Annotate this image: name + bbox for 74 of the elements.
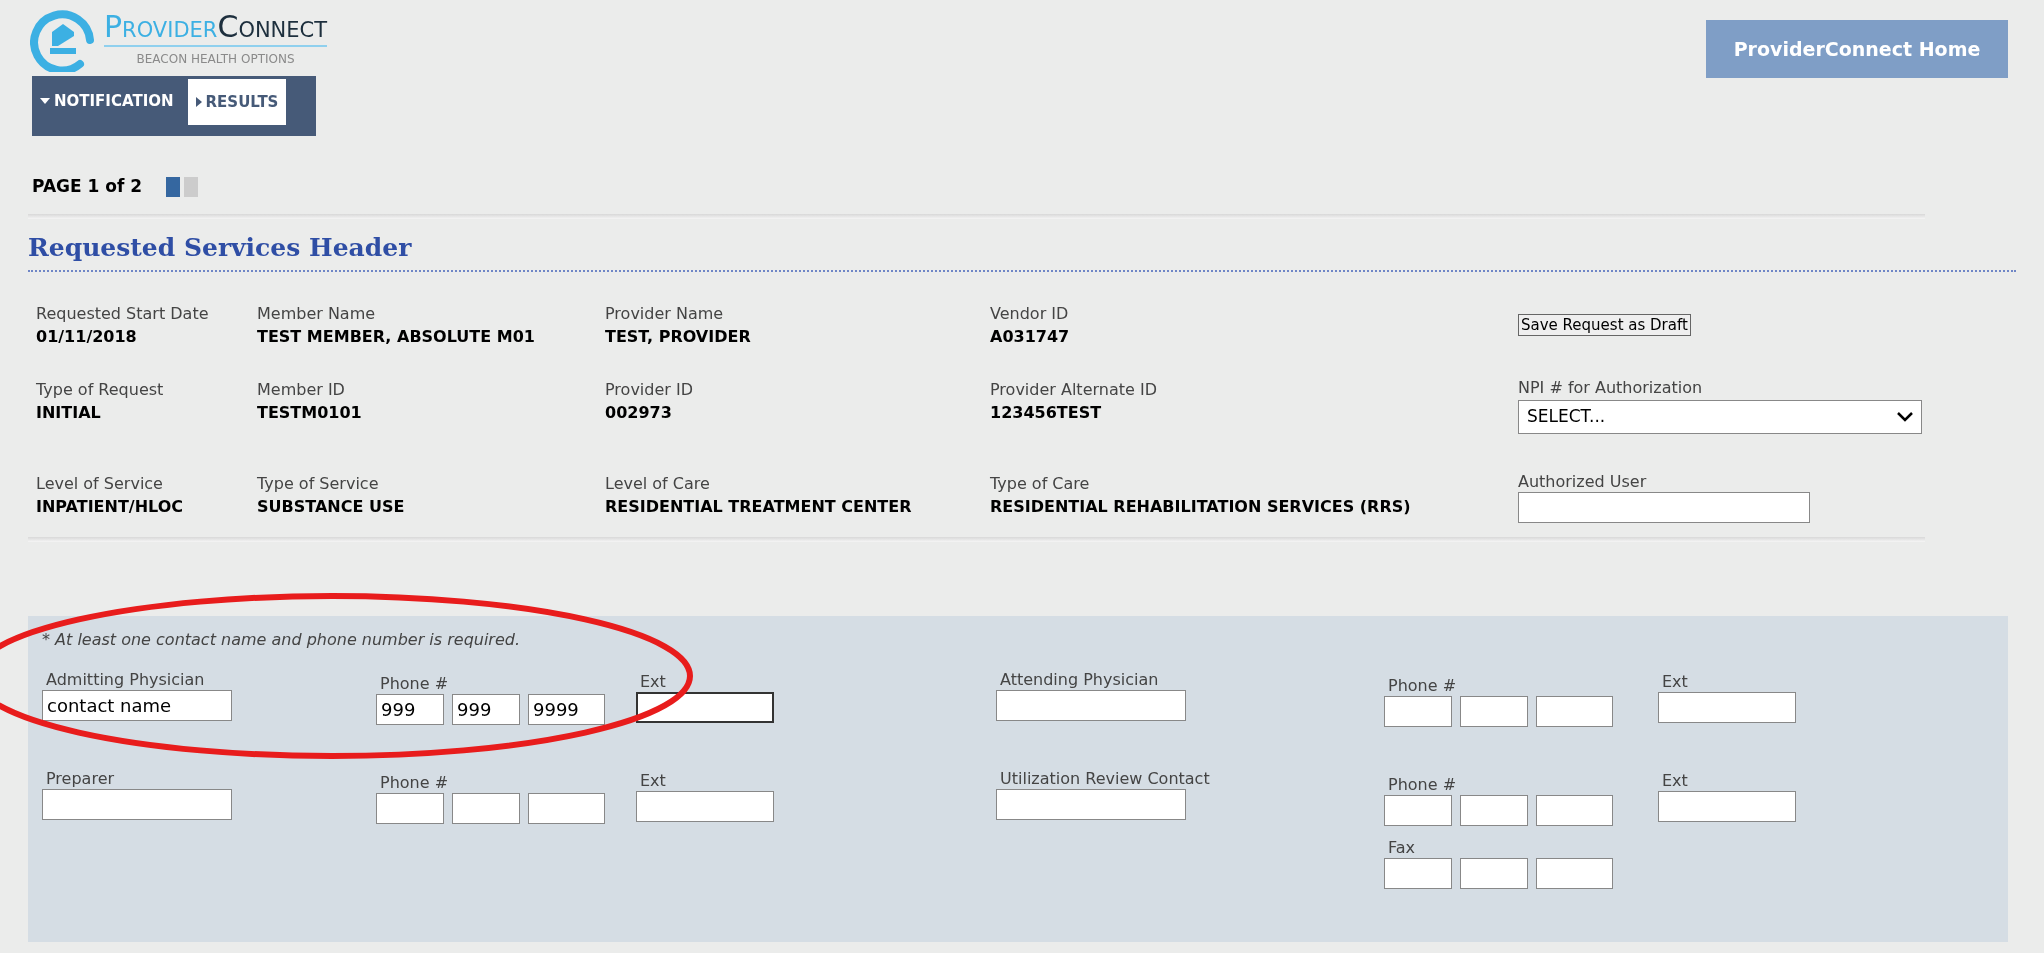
caret-right-icon <box>195 97 202 107</box>
input-field[interactable]: 999 <box>376 694 444 725</box>
input-field[interactable] <box>996 690 1186 721</box>
field-label: Member ID <box>257 379 346 401</box>
input-field[interactable] <box>1460 696 1528 727</box>
input-field[interactable] <box>636 791 774 822</box>
input-field[interactable] <box>1658 791 1796 822</box>
field-label: Requested Start Date <box>36 303 210 325</box>
input-field[interactable] <box>376 793 444 824</box>
required-note: * At least one contact name and phone number is required. <box>42 629 522 651</box>
field-value: TESTM0101 <box>257 402 363 424</box>
field-label: Type of Service <box>257 473 380 495</box>
field-label: Fax <box>1387 838 1416 858</box>
input-field[interactable] <box>452 793 520 824</box>
field-label: Phone # <box>379 773 450 793</box>
npi-select[interactable]: SELECT... <box>1518 400 1922 434</box>
input-field[interactable] <box>1536 696 1613 727</box>
tab[interactable]: RESULTS <box>185 77 289 127</box>
field-label: Authorized User <box>1518 472 1648 492</box>
input-field[interactable] <box>1384 696 1452 727</box>
field-label: Vendor ID <box>990 303 1070 325</box>
input-field[interactable] <box>1536 795 1613 826</box>
caret-down-icon <box>40 98 50 104</box>
input-field[interactable] <box>42 789 232 820</box>
field-label: NPI # for Authorization <box>1518 378 1704 398</box>
chevron-down-icon <box>1897 412 1913 422</box>
field-value: 123456TEST <box>990 402 1103 424</box>
input-field[interactable] <box>636 692 774 723</box>
field-value: A031747 <box>990 326 1071 348</box>
field-label: Member Name <box>257 303 377 325</box>
field-label: Admitting Physician <box>45 670 206 690</box>
logo-wordmark: ProviderConnect <box>104 10 328 47</box>
field-value: SUBSTANCE USE <box>257 496 406 518</box>
input-field[interactable] <box>1384 858 1452 889</box>
field-value: RESIDENTIAL TREATMENT CENTER <box>605 496 913 518</box>
input-field[interactable] <box>996 789 1186 820</box>
field-label: Provider ID <box>605 379 694 401</box>
input-field[interactable] <box>1384 795 1452 826</box>
field-label: Type of Care <box>990 473 1091 495</box>
field-value: 002973 <box>605 402 673 424</box>
input-field[interactable] <box>1658 692 1796 723</box>
field-label: Phone # <box>1387 676 1458 696</box>
field-label: Attending Physician <box>999 670 1160 690</box>
field-label: Ext <box>639 672 667 692</box>
input-field[interactable] <box>528 793 605 824</box>
field-value: INITIAL <box>36 402 102 424</box>
field-value: 01/11/2018 <box>36 326 138 348</box>
field-label: Preparer <box>45 769 116 789</box>
input-field[interactable]: 999 <box>452 694 520 725</box>
field-value: TEST MEMBER, ABSOLUTE M01 <box>257 326 536 348</box>
field-label: Utilization Review Contact <box>999 769 1211 789</box>
field-label: Type of Request <box>36 379 165 401</box>
field-value: RESIDENTIAL REHABILITATION SERVICES (RRS) <box>990 496 1412 518</box>
input-field[interactable]: 9999 <box>528 694 605 725</box>
field-label: Level of Care <box>605 473 711 495</box>
field-value: TEST, PROVIDER <box>605 326 752 348</box>
input-field[interactable] <box>1460 795 1528 826</box>
logo-tagline: BEACON HEALTH OPTIONS <box>135 50 296 68</box>
field-label: Ext <box>1661 672 1689 692</box>
field-label: Provider Alternate ID <box>990 379 1158 401</box>
field-label: Provider Name <box>605 303 725 325</box>
field-label: Ext <box>639 771 667 791</box>
input-field[interactable] <box>1536 858 1613 889</box>
input-field[interactable] <box>1460 858 1528 889</box>
input-field[interactable]: contact name <box>42 690 232 721</box>
field-value: INPATIENT/HLOC <box>36 496 185 518</box>
save-draft-button[interactable]: Save Request as Draft <box>1518 314 1691 336</box>
field-label: Level of Service <box>36 473 164 495</box>
field-label: Ext <box>1661 771 1689 791</box>
page-indicator: PAGE 1 of 2 <box>32 175 143 198</box>
input-field[interactable] <box>1518 492 1810 523</box>
section-title: Requested Services Header <box>28 232 412 262</box>
field-label: Phone # <box>1387 775 1458 795</box>
field-label: Phone # <box>379 674 450 694</box>
